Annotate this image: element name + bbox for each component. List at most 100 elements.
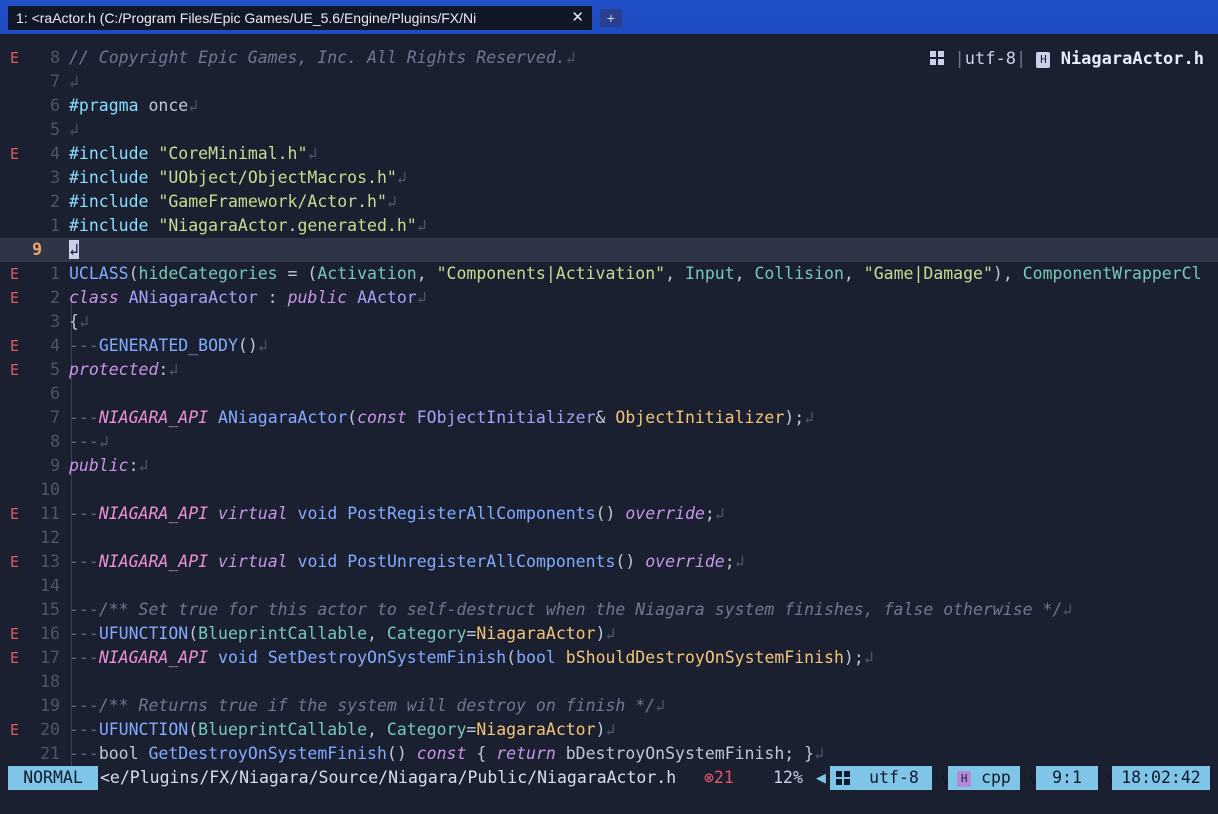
line-number: 11 bbox=[40, 504, 60, 523]
code-text: ---NIAGARA_API virtual void PostUnregist… bbox=[69, 552, 745, 571]
diagnostic-marker: E bbox=[10, 625, 20, 643]
diagnostic-marker: E bbox=[10, 649, 20, 667]
code-line[interactable]: 3 #include "UObject/ObjectMacros.h"↲ bbox=[0, 166, 1218, 190]
code-text: protected:↲ bbox=[69, 360, 179, 379]
line-number: 8 bbox=[50, 432, 60, 451]
code-line[interactable]: 7 ---NIAGARA_API ANiagaraActor(const FObj… bbox=[0, 406, 1218, 430]
code-editor[interactable]: E 8 // Copyright Epic Games, Inc. All Righ… bbox=[0, 34, 1218, 814]
code-line[interactable]: E 20 ---UFUNCTION(BlueprintCallable, Categ… bbox=[0, 718, 1218, 742]
code-text: #pragma once↲ bbox=[69, 96, 199, 115]
line-number: 19 bbox=[40, 696, 60, 715]
code-text: ---NIAGARA_API virtual void PostRegister… bbox=[69, 504, 725, 523]
line-number: 1 bbox=[50, 264, 60, 283]
code-text: class ANiagaraActor : public AActor↲ bbox=[69, 288, 427, 307]
code-text: #include "UObject/ObjectMacros.h"↲ bbox=[69, 168, 407, 187]
code-text: #include "CoreMinimal.h"↲ bbox=[69, 144, 318, 163]
line-number: 7 bbox=[50, 72, 60, 91]
line-number: 20 bbox=[40, 720, 60, 739]
code-text: public:↲ bbox=[69, 456, 149, 475]
line-number: 18 bbox=[40, 672, 60, 691]
code-text: ---bool GetDestroyOnSystemFinish() const… bbox=[69, 744, 825, 763]
code-line[interactable]: 14 bbox=[0, 574, 1218, 598]
line-number: 4 bbox=[50, 336, 60, 355]
tab-niagara-actor[interactable]: 1: <raActor.h (C:/Program Files/Epic Gam… bbox=[8, 6, 592, 30]
code-line[interactable]: 1 #include "NiagaraActor.generated.h"↲ bbox=[0, 214, 1218, 238]
error-count[interactable]: ⊗21 bbox=[704, 766, 734, 790]
code-text: ↲ bbox=[69, 120, 79, 139]
code-line[interactable]: 2 #include "GameFramework/Actor.h"↲ bbox=[0, 190, 1218, 214]
code-text: UCLASS(hideCategories = (Activation, "Co… bbox=[69, 264, 1202, 283]
code-line[interactable]: 9 public:↲ bbox=[0, 454, 1218, 478]
code-line[interactable]: 7 ↲ bbox=[0, 70, 1218, 94]
winbar-filename: NiagaraActor.h bbox=[1060, 49, 1204, 69]
code-line[interactable]: 6 bbox=[0, 382, 1218, 406]
line-number: 17 bbox=[40, 648, 60, 667]
code-line[interactable]: E 4 ---GENERATED_BODY()↲ bbox=[0, 334, 1218, 358]
code-text: ↲ bbox=[69, 240, 79, 259]
code-line[interactable]: E 1 UCLASS(hideCategories = (Activation, "… bbox=[0, 262, 1218, 286]
code-line[interactable]: 6 #pragma once↲ bbox=[0, 94, 1218, 118]
code-text: // Copyright Epic Games, Inc. All Rights… bbox=[69, 48, 576, 67]
code-line[interactable]: 15 ---/** Set true for this actor to self… bbox=[0, 598, 1218, 622]
filetype-segment: H cpp bbox=[948, 766, 1020, 790]
line-number: 14 bbox=[40, 576, 60, 595]
mode-indicator: NORMAL bbox=[8, 766, 98, 790]
windows-icon bbox=[930, 49, 945, 65]
close-icon[interactable]: ✕ bbox=[571, 6, 584, 30]
diagnostic-marker: E bbox=[10, 553, 20, 571]
code-line[interactable]: E 5 protected:↲ bbox=[0, 358, 1218, 382]
code-text: ---↲ bbox=[69, 432, 109, 451]
code-text: ---UFUNCTION(BlueprintCallable, Category… bbox=[69, 624, 616, 643]
code-text: #include "GameFramework/Actor.h"↲ bbox=[69, 192, 397, 211]
line-number: 21 bbox=[40, 744, 60, 763]
code-text: ---NIAGARA_API void SetDestroyOnSystemFi… bbox=[69, 648, 874, 667]
line-number: 16 bbox=[40, 624, 60, 643]
line-number: 4 bbox=[50, 144, 60, 163]
code-line[interactable]: E 2 class ANiagaraActor : public AActor↲ bbox=[0, 286, 1218, 310]
diagnostic-marker: E bbox=[10, 289, 20, 307]
code-line[interactable]: E 4 #include "CoreMinimal.h"↲ bbox=[0, 142, 1218, 166]
line-number: 15 bbox=[40, 600, 60, 619]
code-line[interactable]: 19 ---/** Returns true if the system will… bbox=[0, 694, 1218, 718]
code-line[interactable]: E 11 ---NIAGARA_API virtual void PostRegis… bbox=[0, 502, 1218, 526]
line-number: 13 bbox=[40, 552, 60, 571]
code-line[interactable]: 9 ↲ bbox=[0, 238, 1218, 262]
diagnostic-marker: E bbox=[10, 505, 20, 523]
percent-through-file: 12% bbox=[760, 766, 816, 790]
code-text: ---/** Set true for this actor to self-d… bbox=[69, 600, 1073, 619]
line-number: 8 bbox=[50, 48, 60, 67]
code-line[interactable]: 8 ---↲ bbox=[0, 430, 1218, 454]
code-text: {↲ bbox=[69, 312, 89, 331]
code-line[interactable]: 12 bbox=[0, 526, 1218, 550]
line-number: 5 bbox=[50, 120, 60, 139]
code-line[interactable]: E 16 ---UFUNCTION(BlueprintCallable, Categ… bbox=[0, 622, 1218, 646]
code-text: ---GENERATED_BODY()↲ bbox=[69, 336, 268, 355]
line-number: 10 bbox=[40, 480, 60, 499]
file-path[interactable]: <e/Plugins/FX/Niagara/Source/Niagara/Pub… bbox=[100, 766, 676, 790]
code-line[interactable]: 18 bbox=[0, 670, 1218, 694]
code-line[interactable]: E 13 ---NIAGARA_API virtual void PostUnreg… bbox=[0, 550, 1218, 574]
line-number: 2 bbox=[50, 288, 60, 307]
code-line[interactable]: 5 ↲ bbox=[0, 118, 1218, 142]
winbar: |utf-8| H NiagaraActor.h bbox=[930, 48, 1204, 70]
code-line[interactable]: 10 bbox=[0, 478, 1218, 502]
winbar-encoding: utf-8 bbox=[964, 49, 1016, 69]
line-number: 2 bbox=[50, 192, 60, 211]
code-line[interactable]: 3 {↲ bbox=[0, 310, 1218, 334]
code-line[interactable]: E 17 ---NIAGARA_API void SetDestroyOnSyste… bbox=[0, 646, 1218, 670]
tab-bar: 1: <raActor.h (C:/Program Files/Epic Gam… bbox=[0, 0, 1218, 34]
line-number: 9 bbox=[32, 240, 42, 259]
line-number: 3 bbox=[50, 312, 60, 331]
line-number: 12 bbox=[40, 528, 60, 547]
filetype: cpp bbox=[981, 768, 1011, 787]
code-line[interactable]: 21 ---bool GetDestroyOnSystemFinish() con… bbox=[0, 742, 1218, 766]
clock: 18:02:42 bbox=[1112, 766, 1210, 790]
new-tab-button[interactable]: + bbox=[600, 9, 622, 27]
diagnostic-marker: E bbox=[10, 721, 20, 739]
separator-icon: 〈 bbox=[932, 768, 949, 787]
status-line: NORMAL <e/Plugins/FX/Niagara/Source/Niag… bbox=[8, 766, 1210, 790]
diagnostic-marker: E bbox=[10, 49, 20, 67]
line-number: 1 bbox=[50, 216, 60, 235]
line-number: 9 bbox=[50, 456, 60, 475]
line-number: 6 bbox=[50, 96, 60, 115]
